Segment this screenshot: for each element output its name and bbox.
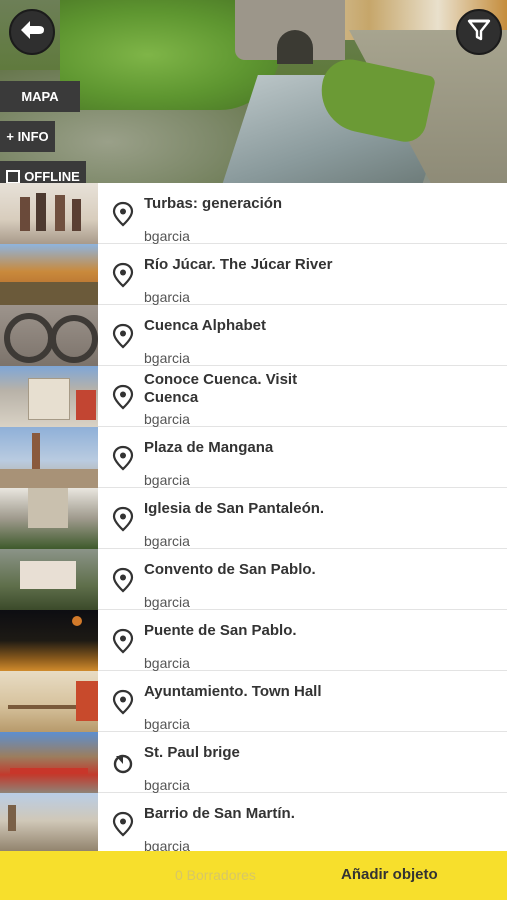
location-pin-icon [112,567,134,593]
list-item[interactable]: Iglesia de San Pantaleón. bgarcia [0,488,507,549]
bottom-bar: 0 Borradores Añadir objeto [0,851,507,900]
list-item[interactable]: Barrio de San Martín. bgarcia [0,793,507,851]
item-title: Río Júcar. The Júcar River [144,256,333,273]
list-item[interactable]: Turbas: generación bgarcia [0,183,507,244]
item-thumbnail [0,671,98,732]
back-button[interactable] [9,9,55,55]
item-thumbnail [0,244,98,305]
item-thumbnail [0,305,98,366]
item-author: bgarcia [144,411,190,427]
item-thumbnail [0,366,98,427]
add-object-button[interactable]: Añadir objeto [341,866,438,883]
item-title: Ayuntamiento. Town Hall [144,683,322,700]
list-item[interactable]: Conoce Cuenca. Visit Cuenca bgarcia [0,366,507,427]
list-item[interactable]: Ayuntamiento. Town Hall bgarcia [0,671,507,732]
item-thumbnail [0,427,98,488]
objects-list: Turbas: generación bgarcia Río Júcar. Th… [0,183,507,851]
map-button[interactable]: MAPA [0,81,80,112]
item-title: Conoce Cuenca. Visit Cuenca [144,371,298,406]
item-thumbnail [0,610,98,671]
item-thumbnail [0,488,98,549]
drafts-button[interactable]: 0 Borradores [175,867,256,883]
item-title: Iglesia de San Pantaleón. [144,500,325,517]
item-title: Convento de San Pablo. [144,561,316,578]
filter-button[interactable] [456,9,502,55]
location-pin-icon [112,689,134,715]
item-title: Plaza de Mangana [144,439,274,456]
item-title: Puente de San Pablo. [144,622,297,639]
info-button[interactable]: + INFO [0,121,55,152]
item-title: Turbas: generación [144,195,283,212]
offline-checkbox[interactable] [6,169,21,184]
item-author: bgarcia [144,594,190,610]
back-arrow-icon [19,19,45,46]
location-pin-icon [112,384,134,410]
item-author: bgarcia [144,533,190,549]
list-item[interactable]: Plaza de Mangana bgarcia [0,427,507,488]
item-author: bgarcia [144,289,190,305]
location-pin-icon [112,262,134,288]
list-item[interactable]: Cuenca Alphabet bgarcia [0,305,507,366]
route-icon [112,750,134,776]
item-author: bgarcia [144,655,190,671]
location-pin-icon [112,201,134,227]
item-thumbnail [0,183,98,244]
list-item[interactable]: Río Júcar. The Júcar River bgarcia [0,244,507,305]
item-title: St. Paul brige [144,744,240,761]
location-pin-icon [112,628,134,654]
item-thumbnail [0,549,98,610]
item-title: Cuenca Alphabet [144,317,266,334]
location-pin-icon [112,323,134,349]
filter-funnel-icon [466,17,492,48]
list-item[interactable]: St. Paul brige bgarcia [0,732,507,793]
item-author: bgarcia [144,716,190,732]
info-button-label: + INFO [6,129,49,144]
location-pin-icon [112,811,134,837]
list-item[interactable]: Convento de San Pablo. bgarcia [0,549,507,610]
item-author: bgarcia [144,472,190,488]
item-author: bgarcia [144,838,190,851]
map-button-label: MAPA [21,89,59,104]
item-author: bgarcia [144,228,190,244]
location-pin-icon [112,445,134,471]
offline-label: OFFLINE [24,169,80,184]
item-thumbnail [0,793,98,851]
item-thumbnail [0,732,98,793]
item-author: bgarcia [144,777,190,793]
location-pin-icon [112,506,134,532]
list-item[interactable]: Puente de San Pablo. bgarcia [0,610,507,671]
item-author: bgarcia [144,350,190,366]
item-title: Barrio de San Martín. [144,805,295,822]
